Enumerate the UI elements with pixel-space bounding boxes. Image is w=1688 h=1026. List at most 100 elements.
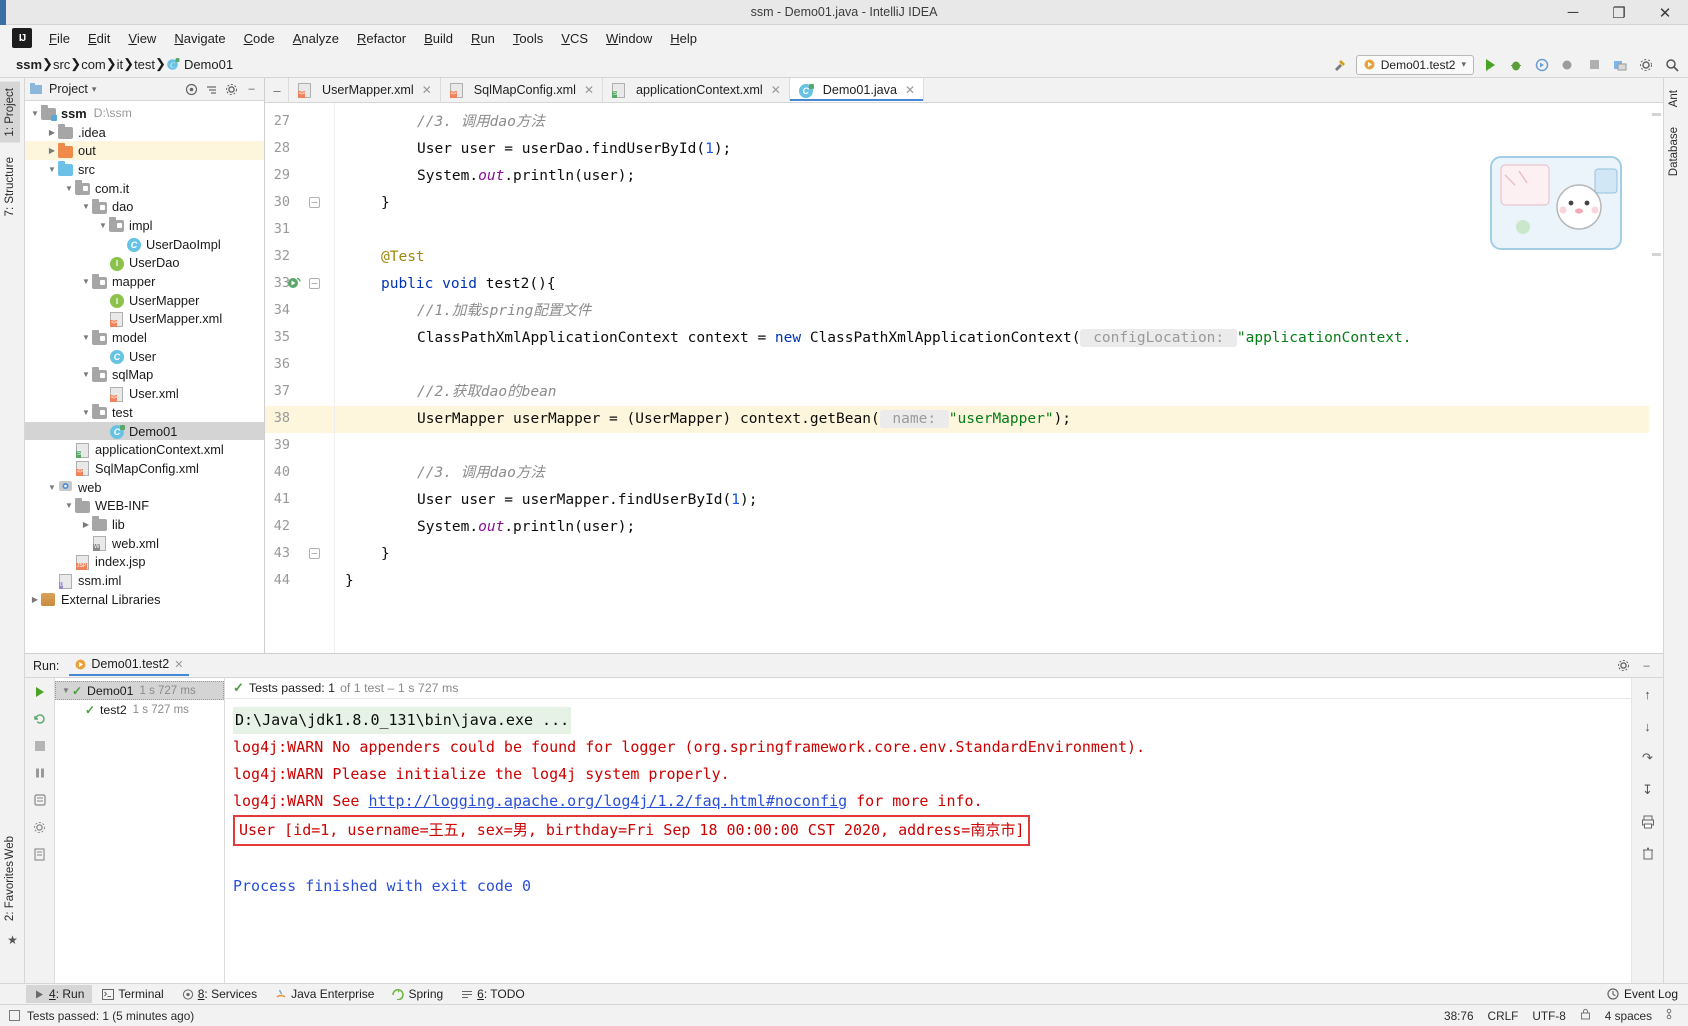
caret-position[interactable]: 38:76 (1444, 1009, 1474, 1023)
tool-window-button-6--todo[interactable]: 6: TODO (453, 985, 533, 1003)
chevron-down-icon[interactable]: ▼ (80, 370, 92, 379)
gear-icon[interactable] (1615, 657, 1632, 674)
profile-button[interactable] (1558, 55, 1578, 75)
chevron-down-icon[interactable]: ▼ (80, 408, 92, 417)
run-button[interactable] (1480, 55, 1500, 75)
code-fold-icon[interactable]: ─ (309, 197, 320, 208)
tree-node-impl[interactable]: ▼ impl (25, 216, 264, 235)
chevron-down-icon[interactable]: ▼ (97, 221, 109, 230)
close-icon[interactable]: ✕ (174, 658, 183, 671)
tool-window-button-4--run[interactable]: 4: Run (26, 985, 93, 1003)
menu-window[interactable]: Window (597, 27, 661, 50)
scroll-to-end-icon[interactable]: ↧ (1638, 780, 1658, 800)
select-opened-file-icon[interactable] (1610, 55, 1630, 75)
editor-tab-sqlmapconfig-xml[interactable]: SqlMapConfig.xml ✕ (439, 78, 604, 102)
tool-tab-structure[interactable]: 7: Structure (0, 151, 20, 222)
tree-node-sqlmapconfig-xml[interactable]: SqlMapConfig.xml (25, 459, 264, 478)
tree-node--idea[interactable]: ▶ .idea (25, 123, 264, 142)
maximize-button[interactable]: ❐ (1596, 0, 1642, 25)
print-icon[interactable] (1638, 812, 1658, 832)
menu-file[interactable]: File (40, 27, 79, 50)
run-configuration-selector[interactable]: Demo01.test2 ▾ (1355, 54, 1474, 75)
tool-window-button-8--services[interactable]: 8: Services (174, 985, 265, 1003)
menu-build[interactable]: Build (415, 27, 462, 50)
tree-node-dao[interactable]: ▼ dao (25, 197, 264, 216)
project-tree[interactable]: ▼ ssm D:\ssm ▶ .idea ▶ out ▼ src ▼ com.it ▼ dao ▼ impl… (25, 101, 264, 696)
git-branch-icon[interactable] (1666, 1008, 1678, 1023)
breadcrumb-item-ssm[interactable]: ssm (16, 57, 42, 72)
tree-node-userdaoimpl[interactable]: C UserDaoImpl (25, 235, 264, 254)
chevron-right-icon[interactable]: ▶ (46, 128, 58, 137)
hide-panel-icon[interactable]: – (1638, 657, 1655, 674)
test-node-demo01[interactable]: ▼ ✓ Demo01 1 s 727 ms (55, 681, 224, 700)
tool-window-button-java-enterprise[interactable]: Java Enterprise (267, 985, 382, 1003)
tool-window-button-terminal[interactable]: Terminal (94, 985, 171, 1003)
editor-tab-demo01-java[interactable]: C Demo01.java ✕ (788, 78, 925, 102)
chevron-down-icon[interactable]: ▼ (60, 686, 72, 695)
tree-node-sqlmap[interactable]: ▼ sqlMap (25, 366, 264, 385)
code-fold-icon[interactable]: ─ (309, 278, 320, 289)
hammer-icon[interactable] (1330, 55, 1350, 75)
tool-tab-favorites[interactable]: 2: Favorites (0, 855, 20, 927)
tool-tab-project[interactable]: 1: Project (0, 82, 20, 143)
run-tab-demo01-test2[interactable]: Demo01.test2 ✕ (69, 655, 190, 676)
dump-threads-button[interactable] (30, 790, 50, 810)
chevron-right-icon[interactable]: ▶ (46, 146, 58, 155)
scroll-down-icon[interactable]: ↓ (1638, 716, 1658, 736)
line-separator[interactable]: CRLF (1488, 1009, 1519, 1023)
menu-code[interactable]: Code (235, 27, 284, 50)
tree-node-test[interactable]: ▼ test (25, 403, 264, 422)
code-fold-icon[interactable]: ─ (309, 548, 320, 559)
tabs-menu-icon[interactable]: – (265, 78, 289, 102)
minimize-button[interactable]: ─ (1550, 0, 1596, 25)
pause-output-button[interactable] (30, 763, 50, 783)
scroll-up-icon[interactable]: ↑ (1638, 684, 1658, 704)
search-icon[interactable] (1662, 55, 1682, 75)
tree-node-applicationcontext-xml[interactable]: applicationContext.xml (25, 440, 264, 459)
tool-tab-ant[interactable]: Ant (1664, 84, 1684, 113)
tree-node-mapper[interactable]: ▼ mapper (25, 272, 264, 291)
chevron-down-icon[interactable]: ▼ (29, 109, 41, 118)
tree-node-model[interactable]: ▼ model (25, 328, 264, 347)
menu-edit[interactable]: Edit (79, 27, 119, 50)
close-icon[interactable]: ✕ (422, 83, 432, 97)
tree-node-lib[interactable]: ▶ lib (25, 515, 264, 534)
editor-gutter[interactable]: 27 28 29 30 ─ 31 32 33 ─ 34 35 36 37 38 39 40 41 42 43 ─ 44 (265, 103, 335, 696)
close-icon[interactable]: ✕ (771, 83, 781, 97)
stop-button[interactable] (1584, 55, 1604, 75)
tool-tab-database[interactable]: Database (1664, 121, 1684, 182)
tree-node-usermapper-xml[interactable]: UserMapper.xml (25, 310, 264, 329)
hide-panel-icon[interactable]: – (243, 81, 260, 98)
editor-tab-applicationcontext-xml[interactable]: applicationContext.xml ✕ (602, 78, 790, 102)
target-icon[interactable] (183, 81, 200, 98)
menu-refactor[interactable]: Refactor (348, 27, 415, 50)
tree-node-web-inf[interactable]: ▼ WEB-INF (25, 496, 264, 515)
gear-icon[interactable] (223, 81, 240, 98)
rerun-button[interactable] (30, 682, 50, 702)
breadcrumb-item-com[interactable]: com (81, 57, 106, 72)
soft-wrap-icon[interactable]: ↷ (1638, 748, 1658, 768)
close-button[interactable]: ✕ (1642, 0, 1688, 25)
breadcrumb-item-src[interactable]: src (53, 57, 70, 72)
chevron-right-icon[interactable]: ▶ (29, 595, 41, 604)
chevron-down-icon[interactable]: ▼ (80, 277, 92, 286)
editor-marker-bar[interactable] (1649, 103, 1663, 696)
chevron-down-icon[interactable]: ▼ (80, 333, 92, 342)
close-icon[interactable]: ✕ (584, 83, 594, 97)
tool-window-button-spring[interactable]: Spring (384, 985, 451, 1003)
debug-button[interactable] (1506, 55, 1526, 75)
close-icon[interactable]: ✕ (905, 83, 915, 97)
tree-node-web-xml[interactable]: web.xml (25, 534, 264, 553)
menu-run[interactable]: Run (462, 27, 504, 50)
chevron-down-icon[interactable]: ▼ (63, 184, 75, 193)
tree-node-userdao[interactable]: I UserDao (25, 254, 264, 273)
tree-node-user-xml[interactable]: User.xml (25, 384, 264, 403)
tree-node-index-jsp[interactable]: index.jsp (25, 553, 264, 572)
menu-help[interactable]: Help (661, 27, 706, 50)
chevron-right-icon[interactable]: ▶ (80, 520, 92, 529)
tree-node-ssm-iml[interactable]: ssm.iml (25, 571, 264, 590)
tree-node-ssm[interactable]: ▼ ssm D:\ssm (25, 104, 264, 123)
menu-analyze[interactable]: Analyze (284, 27, 348, 50)
code-text[interactable]: //3. 调用dao方法 User user = userDao.findUser… (335, 103, 1663, 696)
tree-node-usermapper[interactable]: I UserMapper (25, 291, 264, 310)
